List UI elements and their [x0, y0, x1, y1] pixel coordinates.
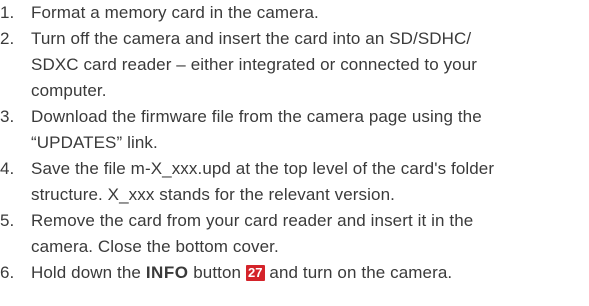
step-5: 5. Remove the card from your card reader… [0, 208, 589, 260]
step-number: 1. [0, 3, 15, 22]
step-text-line: structure. X_xxx stands for the relevant… [31, 185, 395, 204]
step-number: 4. [0, 159, 15, 178]
step-text-line: Hold down the INFO button 27 and turn on… [31, 260, 589, 286]
step-6: 6. Hold down the INFO button 27 and turn… [0, 260, 589, 286]
step-text-line: computer. [31, 81, 107, 100]
step-number: 2. [0, 29, 15, 48]
step-text-line: Download the firmware file from the came… [31, 107, 482, 126]
step-1: 1. Format a memory card in the camera. [0, 0, 589, 26]
step-text-line: camera. Close the bottom cover. [31, 237, 279, 256]
step-text-segment: Hold down the [31, 263, 146, 282]
step-text-line: Save the file m-X_xxx.upd at the top lev… [31, 159, 495, 178]
step-4: 4. Save the file m-X_xxx.upd at the top … [0, 156, 589, 208]
step-text-line: Format a memory card in the camera. [31, 3, 319, 22]
instruction-list: 1. Format a memory card in the camera. 2… [0, 0, 589, 286]
step-text-line: SDXC card reader – either integrated or … [31, 55, 478, 74]
info-button-label: INFO [145, 263, 189, 282]
step-number: 6. [0, 263, 15, 282]
step-number: 3. [0, 107, 15, 126]
step-text-segment: and turn on the camera. [264, 263, 453, 282]
step-text-line: Remove the card from your card reader an… [31, 211, 474, 230]
step-text-line: “UPDATES” link. [31, 133, 158, 152]
step-3: 3. Download the firmware file from the c… [0, 104, 589, 156]
step-number: 5. [0, 211, 15, 230]
step-text-line: Turn off the camera and insert the card … [31, 29, 472, 48]
reference-number-badge: 27 [245, 265, 265, 281]
step-2: 2. Turn off the camera and insert the ca… [0, 26, 589, 104]
step-text-segment: button [188, 263, 246, 282]
